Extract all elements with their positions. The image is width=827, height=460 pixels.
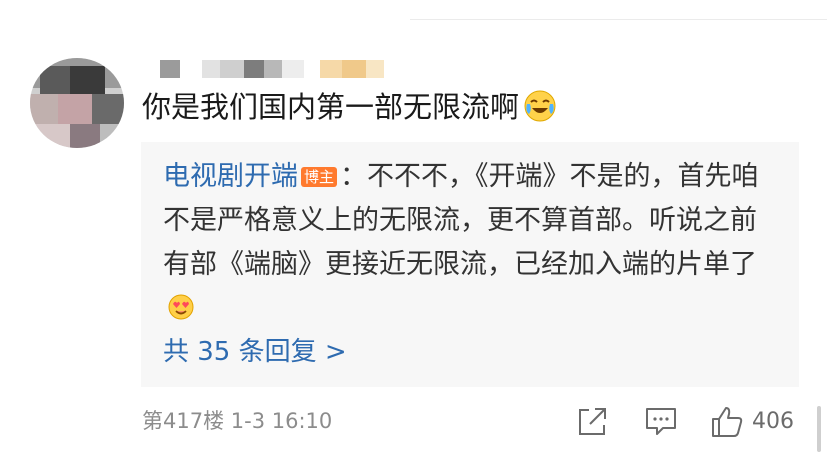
- share-icon: [579, 408, 606, 435]
- divider: [410, 19, 827, 20]
- blogger-badge: 博主: [301, 167, 338, 187]
- like-button[interactable]: 406: [710, 404, 794, 440]
- thumbs-up-icon: [712, 407, 743, 437]
- share-button[interactable]: [576, 404, 608, 438]
- comment-button[interactable]: [644, 404, 678, 438]
- scrollbar[interactable]: [817, 406, 821, 452]
- avatar[interactable]: [30, 58, 124, 148]
- floor-and-timestamp: 第417楼 1-3 16:10: [142, 409, 333, 433]
- comment-text: 你是我们国内第一部无限流啊: [142, 86, 557, 128]
- comment-icon: [646, 408, 676, 435]
- username-redacted: [160, 60, 384, 78]
- reply-box[interactable]: 电视剧开端 博主 ：不不不，《开端》不是的，首先咱不是严格意义上的无限流，更不算首部…: [141, 142, 799, 387]
- like-count: 406: [752, 409, 794, 434]
- reply-content: 电视剧开端 博主 ：不不不，《开端》不是的，首先咱不是严格意义上的无限流，更不算首部…: [163, 155, 783, 331]
- comment-screen: 你是我们国内第一部无限流啊 电视剧开端 博主 ：不不不，《开端》不是的，首先咱不是严…: [0, 0, 827, 460]
- crying-laughing-emoji-icon: [524, 90, 556, 122]
- heart-eyes-emoji-icon: [168, 294, 194, 320]
- comment-body: 你是我们国内第一部无限流啊: [142, 90, 520, 124]
- more-replies-link[interactable]: 共 35 条回复 >: [163, 334, 347, 370]
- reply-author-link[interactable]: 电视剧开端: [163, 161, 298, 192]
